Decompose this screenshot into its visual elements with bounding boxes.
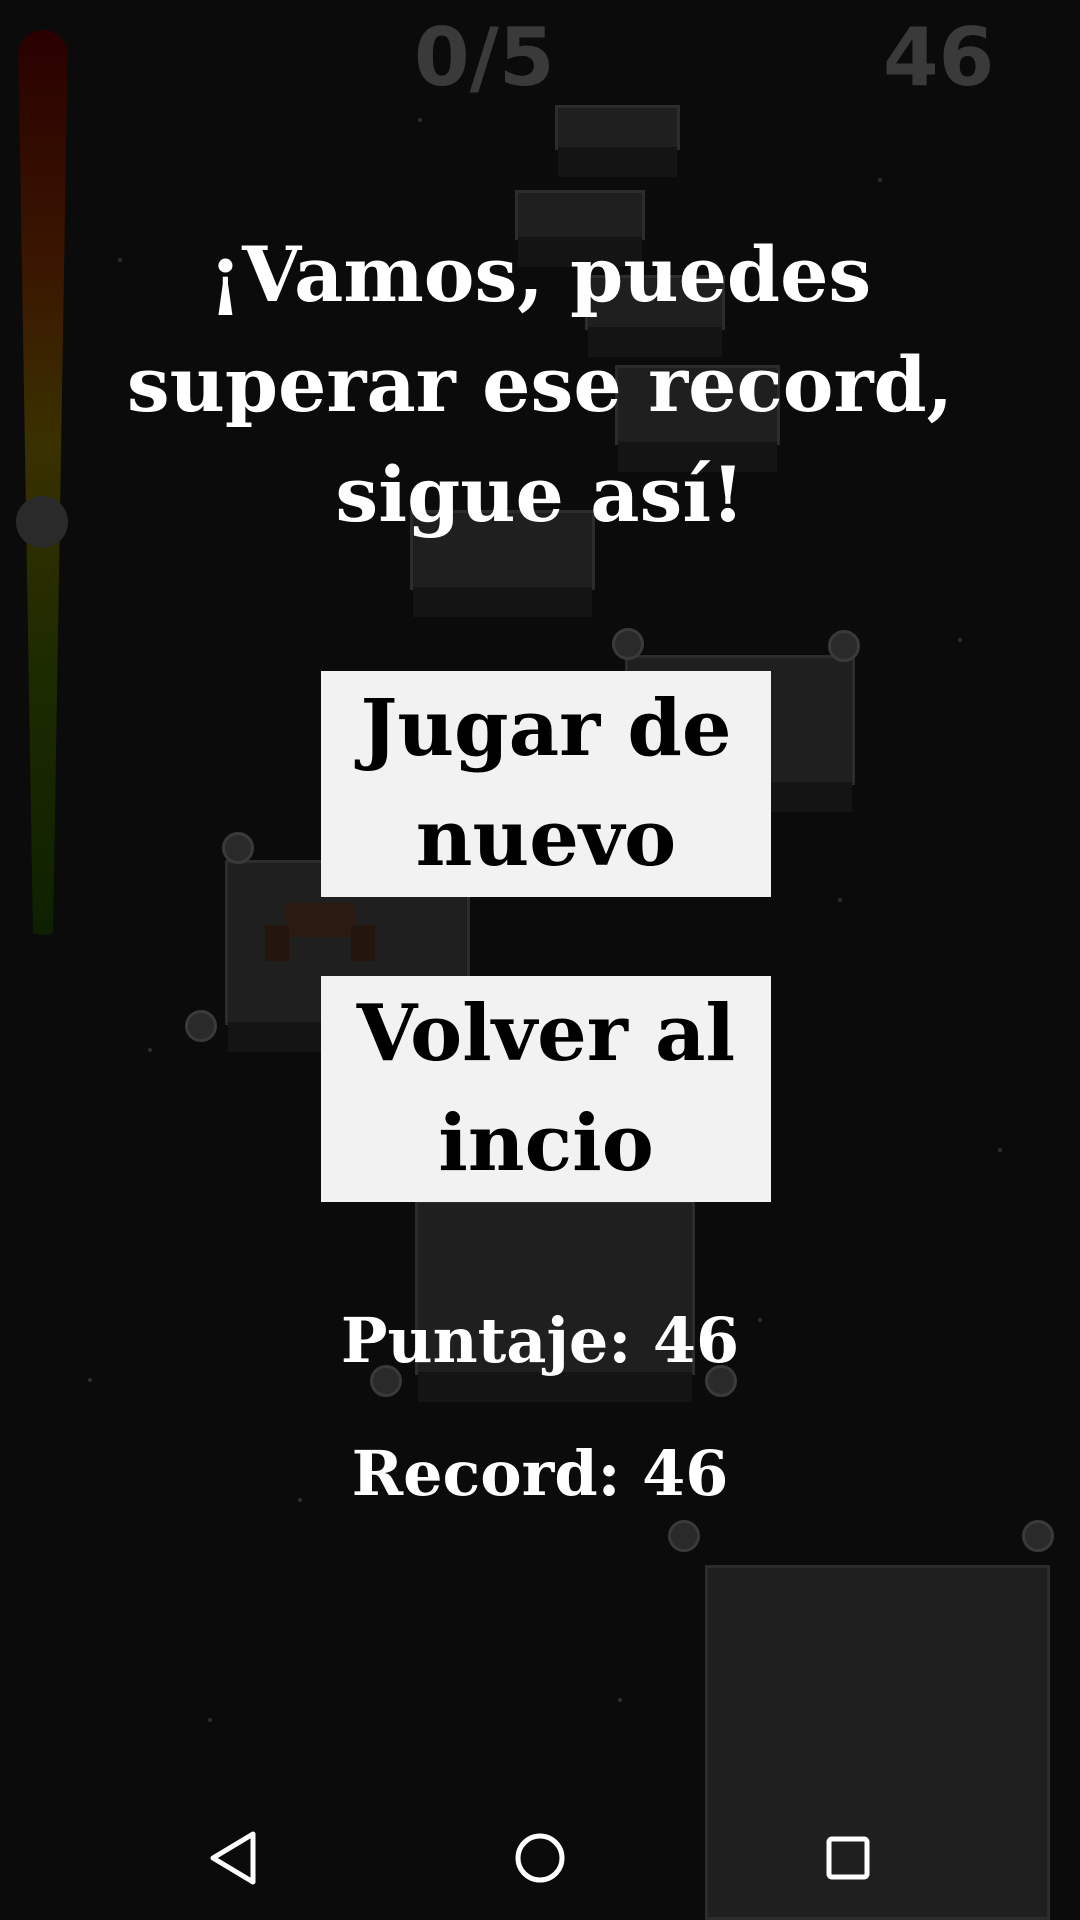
recents-square-icon[interactable]: [820, 1828, 876, 1888]
platform-post: [1022, 1520, 1054, 1552]
player-character: [265, 903, 375, 961]
platform-post: [185, 1010, 217, 1042]
score-text: Puntaje: 46: [340, 1304, 740, 1377]
play-again-label: Jugar de nuevo: [360, 683, 732, 884]
record-text: Record: 46: [351, 1437, 729, 1510]
motivational-message: ¡Vamos, puedes superar ese record, sigue…: [126, 230, 954, 539]
android-navigation-bar: [0, 1800, 1080, 1920]
home-circle-icon[interactable]: [512, 1828, 568, 1888]
platform-post: [612, 628, 644, 660]
play-again-button[interactable]: Jugar de nuevo: [321, 671, 771, 897]
back-to-home-label: Volver al incio: [356, 988, 736, 1189]
platform-post: [828, 630, 860, 662]
back-triangle-icon[interactable]: [205, 1828, 261, 1888]
back-to-home-button[interactable]: Volver al incio: [321, 976, 771, 1202]
power-slider-knob[interactable]: [16, 496, 68, 548]
platform-post: [668, 1520, 700, 1552]
platform: [555, 105, 680, 177]
platform-post: [222, 832, 254, 864]
hud-score: 46: [883, 11, 995, 104]
level-progress: 0/5: [414, 11, 555, 104]
